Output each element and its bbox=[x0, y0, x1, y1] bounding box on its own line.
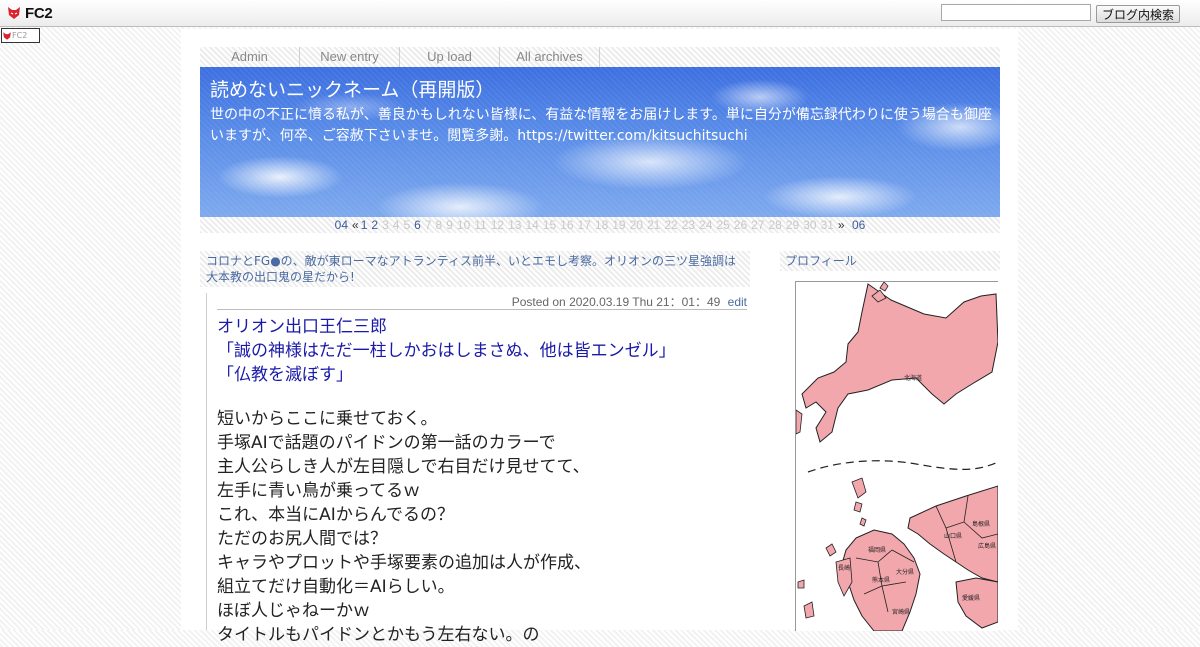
entry-posted-line: Posted on 2020.03.19 Thu 21：01：49 edit bbox=[217, 293, 747, 310]
calendar-day-11: 11 bbox=[474, 218, 487, 232]
map-label-ehime: 愛媛県 bbox=[962, 594, 980, 602]
calendar-day-29: 29 bbox=[785, 218, 800, 232]
fc2-toolbar: FC2 ブログ内検索 bbox=[0, 0, 1200, 27]
calendar-day-14: 14 bbox=[525, 218, 539, 232]
calendar-pager: 04 «1 2 3 4 5 6 7 8 9 10 11 12 13 14 15 16 17 18 19 20 21 22 23… bbox=[200, 217, 1000, 233]
calendar-day-13: 13 bbox=[508, 218, 522, 232]
profile-heading: プロフィール bbox=[780, 251, 1000, 271]
blog-description: 世の中の不正に憤る私が、善良かもしれない皆様に、有益な情報をお届けします。単に自… bbox=[210, 107, 992, 144]
calendar-day-25: 25 bbox=[716, 218, 730, 232]
entry-text-line: 組立てだけ自動化＝AIらしい。 bbox=[217, 577, 455, 597]
calendar-day-27: 27 bbox=[751, 218, 765, 232]
next-arrow: » bbox=[837, 218, 845, 232]
calendar-day-3: 3 bbox=[382, 218, 389, 232]
entry-text-line: 短いからここに乗せておく。 bbox=[217, 409, 438, 429]
blog-title[interactable]: 読めないニックネーム（再開版） bbox=[210, 75, 494, 102]
map-label-shimane: 島根県 bbox=[972, 520, 990, 528]
fc2-fox-icon bbox=[8, 7, 20, 19]
calendar-day-10: 10 bbox=[456, 218, 471, 232]
entry-heading-line: 「仏教を滅ぼす」 bbox=[217, 365, 353, 385]
entry-text-line: 主人公らしき人が左目隠しで右目だけ見せてて、 bbox=[217, 457, 590, 477]
calendar-day-7: 7 bbox=[424, 218, 432, 232]
calendar-day-21: 21 bbox=[646, 218, 661, 232]
fc2-logo-text: FC2 bbox=[25, 4, 53, 22]
prev-arrow: « bbox=[352, 218, 359, 232]
blog-search-button[interactable]: ブログ内検索 bbox=[1096, 5, 1180, 23]
entry-body: Posted on 2020.03.19 Thu 21：01：49 edit オ… bbox=[206, 293, 750, 645]
calendar-day-6[interactable]: 6 bbox=[414, 217, 421, 233]
entry-text-line: ほぼ人じゃねーかｗ bbox=[217, 601, 370, 621]
calendar-day-30: 30 bbox=[803, 218, 817, 232]
calendar-day-26: 26 bbox=[733, 218, 748, 232]
menu-new-entry[interactable]: New entry bbox=[300, 47, 400, 67]
calendar-day-15: 15 bbox=[542, 218, 557, 232]
posted-date: Posted on 2020.03.19 Thu 21：01：49 bbox=[511, 295, 721, 309]
entry-text-line: 手塚AIで話題のパイドンの第一話のカラーで bbox=[217, 433, 556, 453]
entry-text-line: キャラやプロットや手塚要素の追加は人が作成、 bbox=[217, 553, 591, 573]
calendar-day-31: 31 bbox=[820, 218, 834, 232]
entry-heading-line: 「誠の神様はただ一柱しかおはしまさぬ、他は皆エンゼル」 bbox=[217, 341, 676, 361]
calendar-day-19: 19 bbox=[612, 218, 626, 232]
map-label-kumamoto: 熊本県 bbox=[872, 576, 890, 584]
day-links: 1 2 3 4 5 6 7 8 9 10 11 12 13 14 15 16 17 18 19 20 21 22 23 24 2… bbox=[359, 217, 836, 233]
entry-text-line: タイトルもパイドンとかもう左右ない。の bbox=[217, 625, 540, 645]
calendar-day-16: 16 bbox=[560, 218, 574, 232]
calendar-day-12: 12 bbox=[490, 218, 505, 232]
calendar-day-2[interactable]: 2 bbox=[371, 217, 378, 233]
menu-admin[interactable]: Admin bbox=[200, 47, 300, 67]
entry-text: 短いからここに乗せておく。 手塚AIで話題のパイドンの第一話のカラーで 主人公ら… bbox=[217, 407, 591, 647]
entry-category-title[interactable]: コロナとFG●の、敵が東ローマなアトランティス前半、いとエモし考察。オリオンの三… bbox=[200, 251, 750, 287]
menu-all-archives[interactable]: All archives bbox=[500, 47, 600, 67]
next-month-link[interactable]: 06 bbox=[852, 217, 865, 233]
blog-search-input[interactable] bbox=[941, 4, 1091, 21]
fc2-logo[interactable]: FC2 bbox=[6, 4, 53, 22]
profile-image[interactable]: 北海道 島根県 広島県 山口県 福岡県 大分県 熊本県 宮崎県 愛媛県 長崎 bbox=[795, 281, 998, 631]
calendar-day-28: 28 bbox=[768, 218, 782, 232]
japan-map-image: 北海道 島根県 広島県 山口県 福岡県 大分県 熊本県 宮崎県 愛媛県 長崎 bbox=[796, 282, 998, 631]
fc2-small-badge[interactable]: FC2 bbox=[1, 28, 40, 43]
calendar-day-22: 22 bbox=[664, 218, 678, 232]
calendar-day-8: 8 bbox=[435, 218, 443, 232]
map-label-hiroshima: 広島県 bbox=[978, 542, 996, 550]
top-menu: Admin New entry Up load All archives bbox=[200, 47, 1000, 67]
calendar-day-4: 4 bbox=[392, 218, 400, 232]
entry-text-line: ただのお尻人間では？ bbox=[217, 529, 387, 549]
fc2-fox-small-icon bbox=[3, 31, 11, 40]
calendar-day-24: 24 bbox=[699, 218, 713, 232]
calendar-day-23: 23 bbox=[681, 218, 696, 232]
calendar-day-5: 5 bbox=[403, 218, 411, 232]
calendar-day-1[interactable]: 1 bbox=[361, 217, 368, 233]
entry-heading-line: オリオン出口王仁三郎 bbox=[217, 317, 387, 337]
edit-link[interactable]: edit bbox=[728, 295, 747, 309]
menu-upload[interactable]: Up load bbox=[400, 47, 500, 67]
map-label-fukuoka: 福岡県 bbox=[868, 546, 886, 554]
prev-month-link[interactable]: 04 bbox=[335, 217, 348, 233]
map-label-yamaguchi: 山口県 bbox=[944, 532, 962, 540]
calendar-day-20: 20 bbox=[629, 218, 643, 232]
map-label-nagasaki: 長崎 bbox=[838, 564, 850, 572]
calendar-day-9: 9 bbox=[446, 218, 453, 232]
map-label-miyazaki: 宮崎県 bbox=[892, 608, 910, 616]
calendar-day-18: 18 bbox=[594, 218, 609, 232]
entry-text-line: これ、本当にAIからんでるの？ bbox=[217, 505, 454, 525]
map-label-oita: 大分県 bbox=[896, 568, 914, 576]
fc2-small-text: FC2 bbox=[12, 31, 28, 40]
map-label-hokkaido: 北海道 bbox=[904, 374, 922, 382]
entry-heading: オリオン出口王仁三郎 「誠の神様はただ一柱しかおはしまさぬ、他は皆エンゼル」 「… bbox=[217, 315, 676, 387]
blog-header: 読めないニックネーム（再開版） 世の中の不正に憤る私が、善良かもしれない皆様に、… bbox=[200, 67, 1000, 217]
calendar-day-17: 17 bbox=[577, 218, 591, 232]
entry-text-line: 左手に青い鳥が乗ってるｗ bbox=[217, 481, 421, 501]
